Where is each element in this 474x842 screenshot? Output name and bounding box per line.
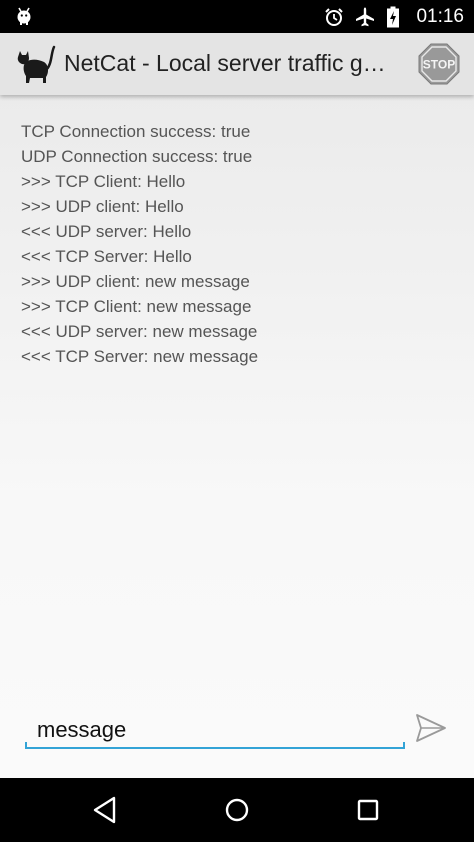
navigation-bar — [0, 778, 474, 842]
back-icon[interactable] — [87, 792, 123, 828]
battery-charging-icon — [387, 6, 400, 27]
message-input-wrapper — [25, 711, 405, 751]
log-line: >>> TCP Client: new message — [21, 297, 252, 316]
log-line: UDP Connection success: true — [21, 147, 253, 166]
recents-icon[interactable] — [350, 792, 386, 828]
log-line: <<< UDP server: Hello — [21, 222, 192, 241]
log-line: <<< TCP Server: new message — [21, 347, 259, 366]
input-underline — [25, 742, 405, 749]
log-line: TCP Connection success: true — [21, 122, 251, 141]
home-icon[interactable] — [219, 792, 255, 828]
content-area: TCP Connection success: true UDP Connect… — [0, 95, 474, 778]
send-button[interactable] — [415, 713, 447, 743]
status-icons: 01:16 — [324, 0, 464, 33]
status-bar: 01:16 — [0, 0, 474, 33]
alarm-icon — [325, 7, 344, 26]
status-time: 01:16 — [416, 5, 464, 27]
action-bar: NetCat - Local server traffic g… STOP — [0, 33, 474, 95]
screen: 01:16 NetCat - Local server traffic g… S… — [0, 0, 474, 842]
log-line: <<< TCP Server: Hello — [21, 247, 192, 266]
log-line: <<< UDP server: new message — [21, 322, 258, 341]
airplane-mode-icon — [356, 7, 375, 26]
cat-icon — [17, 45, 56, 83]
log-line: >>> UDP client: Hello — [21, 197, 184, 216]
app-title: NetCat - Local server traffic g… — [64, 50, 386, 76]
log-line: >>> TCP Client: Hello — [21, 172, 186, 191]
message-input[interactable] — [25, 711, 405, 749]
android-debug-icon — [17, 7, 31, 25]
traffic-log: TCP Connection success: true UDP Connect… — [21, 119, 258, 369]
stop-sign-icon: STOP — [418, 43, 460, 85]
log-line: >>> UDP client: new message — [21, 272, 250, 291]
send-icon — [416, 714, 446, 742]
stop-label: STOP — [423, 58, 455, 72]
stop-button[interactable]: STOP — [418, 43, 460, 85]
